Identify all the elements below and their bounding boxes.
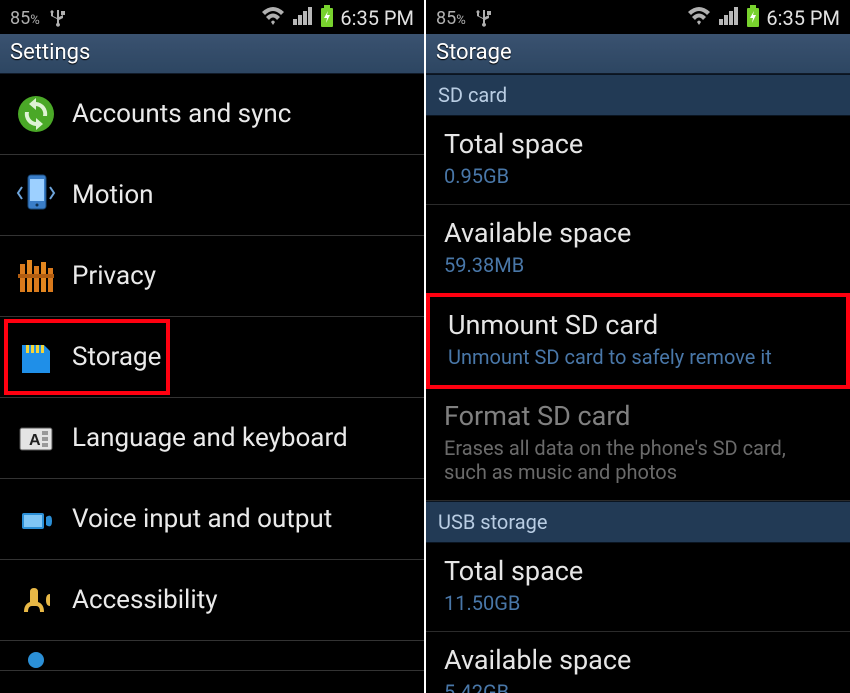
battery-percent: 85% (436, 8, 466, 29)
settings-list: Accounts and sync Motion Privacy (0, 74, 424, 693)
item-title: Available space (444, 217, 832, 249)
menu-partial-row[interactable] (0, 641, 424, 671)
storage-list: SD card Total space 0.95GB Available spa… (426, 74, 850, 693)
signal-icon (292, 6, 314, 30)
item-value: 11.50GB (444, 591, 832, 615)
wifi-icon (686, 6, 712, 31)
item-label: Language and keyboard (72, 423, 348, 453)
item-title: Available space (444, 644, 832, 676)
privacy-icon (14, 254, 58, 298)
menu-privacy[interactable]: Privacy (0, 236, 424, 317)
voice-icon (14, 497, 58, 541)
screen-title: Settings (0, 34, 424, 74)
item-value: 59.38MB (444, 253, 832, 277)
accessibility-icon (14, 578, 58, 622)
signal-icon (718, 6, 740, 30)
format-sd-card: Format SD card Erases all data on the ph… (426, 388, 850, 501)
storage-icon (14, 335, 58, 379)
keyboard-icon: A (14, 416, 58, 460)
item-value: 0.95GB (444, 164, 832, 188)
status-bar: 85% 6:35 PM (426, 0, 850, 34)
item-value: 5.42GB (444, 680, 832, 693)
item-subtitle: Erases all data on the phone's SD card, … (444, 436, 832, 484)
screen-title: Storage (426, 34, 850, 74)
menu-voice-io[interactable]: Voice input and output (0, 479, 424, 560)
battery-icon (320, 5, 334, 32)
menu-motion[interactable]: Motion (0, 155, 424, 236)
usb-total-space[interactable]: Total space 11.50GB (426, 543, 850, 632)
usb-icon (474, 4, 494, 33)
sd-total-space[interactable]: Total space 0.95GB (426, 116, 850, 205)
item-label: Voice input and output (72, 504, 332, 534)
usb-icon (48, 4, 68, 33)
right-screenshot: 85% 6:35 PM Storage SD card Total space … (426, 0, 850, 693)
menu-storage[interactable]: Storage (0, 317, 424, 398)
item-title: Format SD card (444, 400, 832, 432)
battery-percent: 85% (10, 8, 40, 29)
item-label: Privacy (72, 261, 156, 291)
item-title: Total space (444, 555, 832, 587)
partial-icon (14, 638, 58, 682)
status-bar: 85% 6:35 PM (0, 0, 424, 34)
sd-available-space[interactable]: Available space 59.38MB (426, 205, 850, 294)
unmount-sd-card[interactable]: Unmount SD card Unmount SD card to safel… (426, 293, 850, 389)
item-label: Accessibility (72, 585, 218, 615)
sync-icon (14, 92, 58, 136)
section-header-sd: SD card (426, 74, 850, 116)
usb-available-space[interactable]: Available space 5.42GB (426, 632, 850, 693)
item-title: Unmount SD card (448, 309, 828, 341)
item-label: Storage (72, 342, 161, 372)
item-subtitle: Unmount SD card to safely remove it (448, 345, 828, 369)
item-label: Accounts and sync (72, 99, 291, 129)
status-clock: 6:35 PM (340, 6, 414, 30)
menu-accounts-sync[interactable]: Accounts and sync (0, 74, 424, 155)
menu-language-keyboard[interactable]: A Language and keyboard (0, 398, 424, 479)
svg-text:A: A (29, 432, 41, 449)
menu-accessibility[interactable]: Accessibility (0, 560, 424, 641)
section-header-usb: USB storage (426, 501, 850, 543)
battery-icon (746, 5, 760, 32)
item-title: Total space (444, 128, 832, 160)
status-clock: 6:35 PM (766, 6, 840, 30)
left-screenshot: 85% 6:35 PM Settings Accounts and s (0, 0, 424, 693)
motion-icon (14, 173, 58, 217)
wifi-icon (260, 6, 286, 31)
item-label: Motion (72, 180, 154, 210)
